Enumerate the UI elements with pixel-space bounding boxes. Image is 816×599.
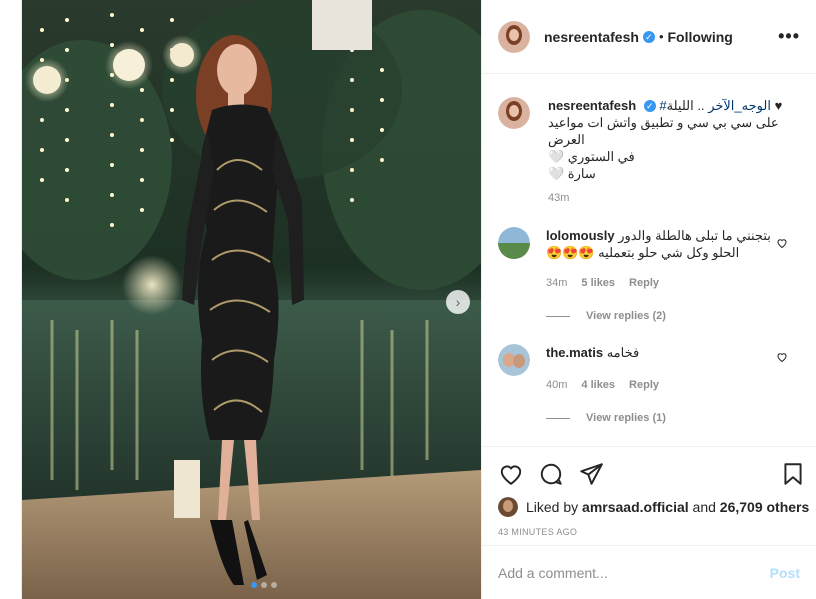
post-photo-art [22,0,481,599]
comment-like-heart-icon[interactable] [776,351,788,363]
view-replies-label: View replies (1) [586,412,666,424]
caption-username[interactable]: nesreentafesh [548,98,636,113]
comment-reply-button[interactable]: Reply [629,275,659,292]
separator-dot: • [658,29,664,44]
verified-badge-icon: ✓ [642,30,655,43]
comment-text: فخامه [606,345,640,360]
carousel-indicator [251,582,277,588]
comment-item: the.matis فخامه 40m 4 likes Reply [482,344,816,394]
view-replies-line [546,417,570,419]
like-heart-icon[interactable] [498,461,524,487]
view-replies-button[interactable]: View replies (2) [546,310,816,322]
caption-line4: سارة 🤍 [548,166,596,181]
chevron-right-icon: › [455,294,461,310]
action-icons [498,461,802,489]
comment-meta: 40m 4 likes Reply [546,377,776,394]
add-comment-input[interactable] [498,564,770,581]
post-caption: nesreentafesh ✓ #الوجه_الآخر .. الليلة ♥… [482,75,816,207]
more-options-icon[interactable]: ••• [778,26,800,47]
carousel-dot-3 [271,582,277,588]
view-replies-label: View replies (2) [586,310,666,322]
post-timestamp[interactable]: 43 MINUTES AGO [498,527,577,537]
comment-username[interactable]: the.matis [546,345,603,360]
comment-text: بتجنني ما تبلى هالطلة والدور [618,228,771,243]
author-avatar[interactable] [498,20,530,53]
caption-body: nesreentafesh ✓ #الوجه_الآخر .. الليلة ♥… [548,97,798,207]
comment-meta: 34m 5 likes Reply [546,275,776,292]
left-edge [0,0,22,599]
view-replies-button[interactable]: View replies (1) [546,412,816,424]
comment-likes[interactable]: 5 likes [581,275,615,292]
comment-item: lolomously بتجنني ما تبلى هالطلة والدور … [482,227,816,292]
caption-line2: على سي بي سي و تطبيق واتش ات مواعيد العر… [548,115,779,147]
comment-text-line2: الحلو وكل شي حلو بتعمليه 😍😍😍 [546,245,740,260]
author-username[interactable]: nesreentafesh [544,29,639,45]
carousel-dot-1 [251,582,257,588]
liker-avatar[interactable] [498,497,518,517]
carousel-dot-2 [261,582,267,588]
comment-username[interactable]: lolomously [546,228,615,243]
liked-by-count[interactable]: 26,709 others [720,499,810,515]
share-paper-plane-icon[interactable] [578,461,604,487]
comment-time[interactable]: 34m [546,275,567,292]
caption-heart-icon: ♥ [774,98,783,113]
caption-line1-text: .. الليلة [666,98,705,113]
instagram-post-window: › nesreentafesh ✓ • Following ••• nesree… [0,0,816,599]
post-details-panel: nesreentafesh ✓ • Following ••• nesreent… [481,0,816,599]
comment-reply-button[interactable]: Reply [629,377,659,394]
post-photo[interactable] [22,0,481,599]
liked-by-prefix: Liked by [526,499,579,515]
comment-body: the.matis فخامه 40m 4 likes Reply [546,344,776,394]
caption-time[interactable]: 43m [548,190,798,207]
post-actions: Liked by amrsaad.official and 26,709 oth… [482,446,816,537]
caption-line3: في الستوري 🤍 [548,149,635,164]
commenter-avatar[interactable] [498,344,530,376]
add-comment-bar: Post [482,545,816,599]
comment-body: lolomously بتجنني ما تبلى هالطلة والدور … [546,227,776,292]
caption-verified-icon: ✓ [643,100,656,112]
save-bookmark-icon[interactable] [780,461,806,487]
liked-by-and: and [692,499,716,515]
comment-time[interactable]: 40m [546,377,567,394]
view-replies-line [546,315,570,317]
likes-summary: Liked by amrsaad.official and 26,709 oth… [498,497,809,517]
caption-avatar[interactable] [498,97,530,129]
liked-by-user[interactable]: amrsaad.official [582,499,689,515]
comment-like-heart-icon[interactable] [776,237,788,249]
comment-bubble-icon[interactable] [538,461,564,487]
carousel-next-button[interactable]: › [446,290,470,314]
following-button[interactable]: Following [668,29,733,45]
commenter-avatar[interactable] [498,227,530,259]
post-header: nesreentafesh ✓ • Following ••• [482,0,816,74]
comments-list[interactable]: nesreentafesh ✓ #الوجه_الآخر .. الليلة ♥… [482,75,816,445]
post-comment-button[interactable]: Post [770,565,800,581]
comment-likes[interactable]: 4 likes [581,377,615,394]
